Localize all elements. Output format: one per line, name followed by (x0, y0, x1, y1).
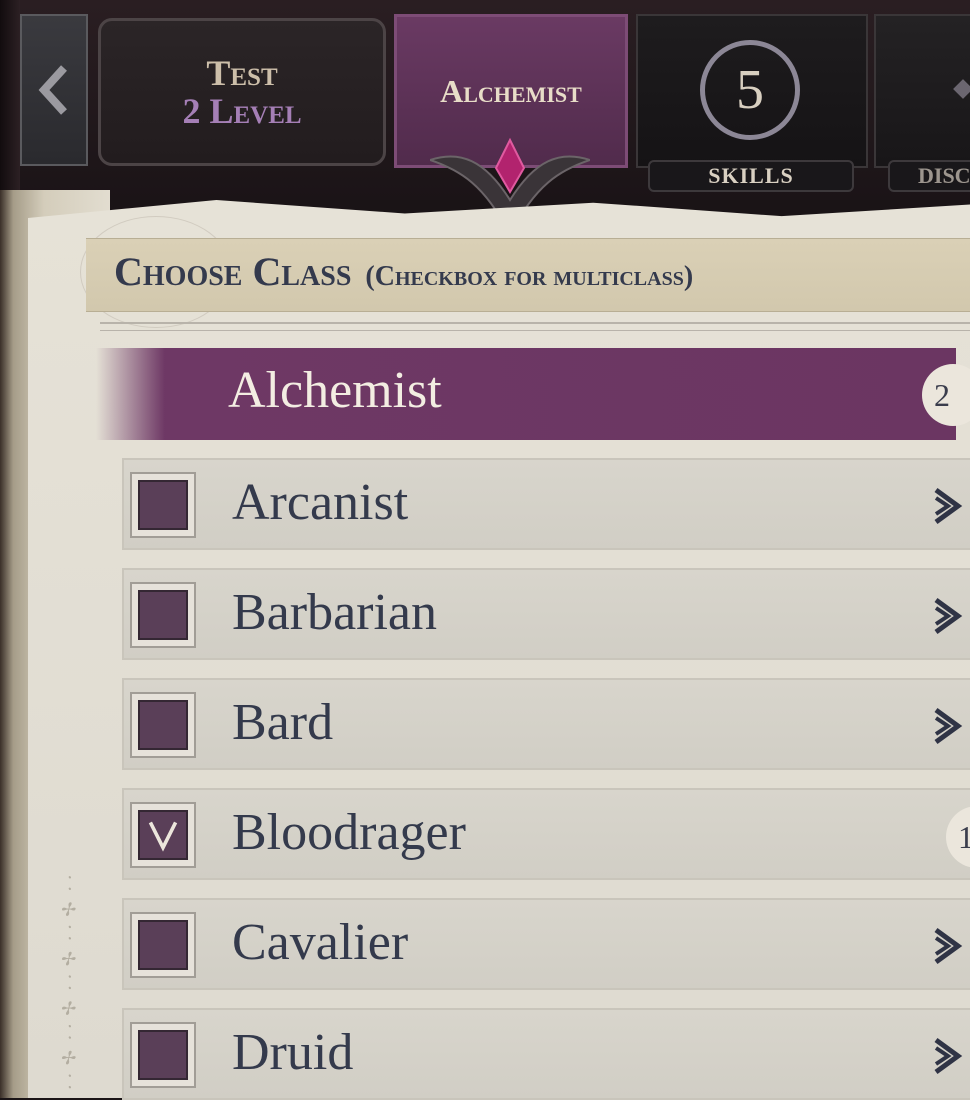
choose-class-title: Choose Class (114, 249, 352, 294)
class-name-label: Druid (232, 1024, 354, 1081)
level-tab-level: 2 Level (182, 91, 302, 131)
checkmark-icon (148, 821, 178, 852)
class-row-cavalier[interactable]: Cavalier (122, 898, 970, 990)
checkbox-box (138, 700, 188, 750)
multiclass-checkbox[interactable] (130, 692, 196, 758)
divider (100, 330, 970, 331)
multiclass-checkbox[interactable] (130, 912, 196, 978)
class-name-label: Arcanist (232, 474, 409, 531)
skills-tab-label: SKILLS (648, 160, 854, 192)
class-row-arcanist[interactable]: Arcanist (122, 458, 970, 550)
class-level-badge: 1 (946, 806, 970, 868)
multiclass-checkbox[interactable] (130, 472, 196, 538)
chevron-right-icon (934, 597, 963, 635)
class-name-label: Bard (232, 694, 334, 751)
class-row-bard[interactable]: Bard (122, 678, 970, 770)
chevron-right-icon (934, 707, 963, 745)
margin-script-decoration: · · ✢ · · ✢ · · ✢ · · ✢ · · (60, 874, 81, 1090)
multiclass-checkbox[interactable] (130, 582, 196, 648)
skill-points-counter: 5 (700, 40, 800, 140)
checkbox-box (138, 920, 188, 970)
multiclass-checkbox[interactable] (130, 802, 196, 868)
chevron-right-icon (934, 1037, 963, 1075)
level-tab-title: Test (206, 53, 278, 93)
back-button[interactable] (20, 14, 88, 166)
frame-ornament (0, 0, 20, 200)
class-name-label: Bloodrager (232, 804, 466, 861)
checkbox-box (138, 590, 188, 640)
class-tab-label: Alchemist (440, 72, 582, 109)
class-row-druid[interactable]: Druid (122, 1008, 970, 1100)
divider (100, 322, 970, 324)
class-row-barbarian[interactable]: Barbarian (122, 568, 970, 660)
class-level-badge: 2 (922, 364, 970, 426)
chevron-left-icon (38, 65, 67, 115)
checkbox-box (138, 810, 188, 860)
class-name-label: Alchemist (228, 362, 442, 419)
class-name-label: Cavalier (232, 914, 409, 971)
chevron-right-icon (934, 487, 963, 525)
multiclass-checkbox[interactable] (130, 1022, 196, 1088)
class-row-bloodrager[interactable]: Bloodrager 1 (122, 788, 970, 880)
next-tab-label: DISC (888, 160, 970, 192)
checkbox-box (138, 1030, 188, 1080)
class-row-alchemist[interactable]: Alchemist 2 (96, 348, 970, 440)
choose-class-hint: (Checkbox for multiclass) (365, 261, 694, 292)
chevron-right-icon (934, 927, 963, 965)
section-title: Choose Class (Checkbox for multiclass) (114, 248, 693, 300)
tab-level[interactable]: Test 2 Level (98, 18, 386, 166)
checkbox-box (138, 480, 188, 530)
class-name-label: Barbarian (232, 584, 438, 641)
